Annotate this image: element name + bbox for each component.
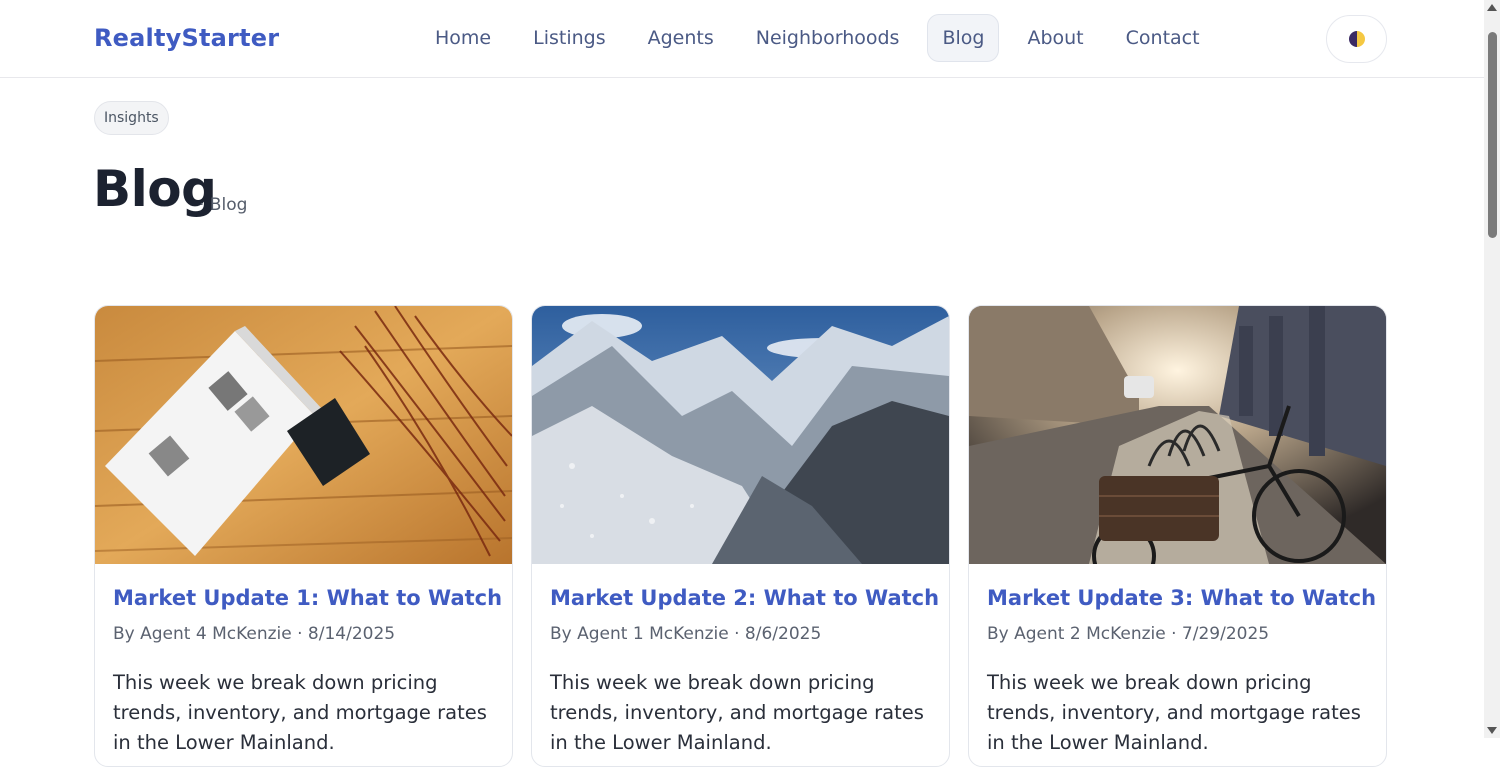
brand-logo[interactable]: RealtyStarter xyxy=(94,24,279,52)
post-title[interactable]: Market Update 1: What to Watch xyxy=(113,586,502,610)
post-title[interactable]: Market Update 2: What to Watch xyxy=(550,586,939,610)
post-excerpt: This week we break down pricing trends, … xyxy=(113,671,487,754)
post-meta: By Agent 4 McKenzie · 8/14/2025 xyxy=(113,624,396,644)
post-image-mountains[interactable] xyxy=(532,306,949,564)
theme-toggle-button[interactable] xyxy=(1326,15,1387,63)
page-scrollbar[interactable] xyxy=(1484,0,1500,738)
blog-card: Market Update 1: What to Watch By Agent … xyxy=(94,305,513,767)
post-title[interactable]: Market Update 3: What to Watch xyxy=(987,586,1376,610)
post-image-magazine[interactable] xyxy=(95,306,512,564)
half-moon-icon xyxy=(1348,31,1365,47)
blog-card: Market Update 2: What to Watch By Agent … xyxy=(531,305,950,767)
nav-neighborhoods[interactable]: Neighborhoods xyxy=(742,15,914,61)
page-title: Blog xyxy=(93,160,217,218)
post-meta: By Agent 2 McKenzie · 7/29/2025 xyxy=(987,624,1270,644)
post-image-street[interactable] xyxy=(969,306,1386,564)
section-badge: Insights xyxy=(94,101,169,135)
scroll-down-arrow-icon[interactable] xyxy=(1487,727,1497,734)
nav-agents[interactable]: Agents xyxy=(634,15,728,61)
nav-blog[interactable]: Blog xyxy=(927,14,1000,62)
page-subtitle: · Blog xyxy=(199,195,248,215)
post-meta: By Agent 1 McKenzie · 8/6/2025 xyxy=(550,624,822,644)
site-header: RealtyStarter Home Listings Agents Neigh… xyxy=(0,0,1484,78)
nav-contact[interactable]: Contact xyxy=(1112,15,1214,61)
scroll-thumb[interactable] xyxy=(1488,32,1497,238)
blog-card: Market Update 3: What to Watch By Agent … xyxy=(968,305,1387,767)
nav-home[interactable]: Home xyxy=(421,15,505,61)
nav-listings[interactable]: Listings xyxy=(519,15,620,61)
scroll-up-arrow-icon[interactable] xyxy=(1487,4,1497,11)
nav-about[interactable]: About xyxy=(1013,15,1097,61)
post-excerpt: This week we break down pricing trends, … xyxy=(550,671,924,754)
post-excerpt: This week we break down pricing trends, … xyxy=(987,671,1361,754)
main-nav: Home Listings Agents Neighborhoods Blog … xyxy=(421,13,1228,63)
